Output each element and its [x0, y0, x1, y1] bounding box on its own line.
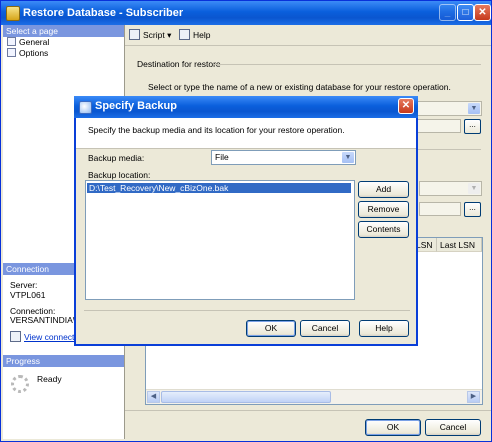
main-title-bar[interactable]: Restore Database - Subscriber _ □ ✕ [1, 1, 491, 25]
chevron-down-icon: ▾ [167, 30, 172, 40]
chevron-down-icon: ▼ [468, 103, 480, 114]
dialog-description: Specify the backup media and its locatio… [88, 125, 345, 135]
page-label: Options [19, 48, 49, 58]
dialog-cancel-button[interactable]: Cancel [300, 320, 350, 337]
view-connection-text: View connectio [24, 332, 82, 342]
page-item-general[interactable]: General [7, 37, 49, 48]
dialog-title: Specify Backup [95, 100, 177, 112]
main-ok-button[interactable]: OK [365, 419, 421, 436]
backup-location-label: Backup location: [88, 170, 151, 180]
from-database-combo[interactable]: ▼ [419, 181, 482, 196]
contents-button[interactable]: Contents [358, 221, 409, 238]
backup-media-select[interactable]: File ▼ [211, 150, 356, 165]
connection-value: VERSANTINDIA\sr [10, 315, 83, 325]
column-header-last-lsn[interactable]: Last LSN [437, 238, 482, 252]
device-browse-button[interactable]: ... [464, 202, 481, 217]
view-connection-link[interactable]: View connectio [10, 331, 81, 342]
scroll-right-icon[interactable]: ▶ [467, 391, 480, 403]
dialog-app-icon [79, 101, 92, 114]
dialog-header-area: Specify the backup media and its locatio… [76, 118, 416, 149]
connection-properties-icon [10, 331, 21, 342]
footer-divider [125, 410, 491, 411]
backup-location-list[interactable]: D:\Test_Recovery\New_cBizOne.bak [85, 180, 355, 300]
specify-backup-dialog: Specify Backup ✕ Specify the backup medi… [74, 96, 418, 346]
script-button[interactable]: Script ▾ [129, 29, 171, 41]
dialog-title-bar[interactable]: Specify Backup ✕ [74, 96, 418, 118]
script-icon [129, 29, 140, 40]
page-label: General [19, 37, 50, 47]
destination-header: Destination for restore [137, 59, 221, 69]
page-item-options[interactable]: Options [7, 48, 48, 59]
progress-spinner-icon [11, 375, 29, 393]
horizontal-scrollbar[interactable]: ◀ ▶ [146, 389, 482, 404]
from-device-field[interactable] [419, 202, 461, 216]
help-icon [179, 29, 190, 40]
backup-media-label: Backup media: [88, 153, 145, 163]
maximize-button[interactable]: □ [457, 4, 474, 21]
dialog-ok-button[interactable]: OK [246, 320, 296, 337]
scroll-thumb[interactable] [161, 391, 331, 403]
source-divider [416, 149, 481, 150]
dialog-close-button[interactable]: ✕ [398, 98, 414, 114]
select-page-header: Select a page [3, 25, 124, 37]
help-button[interactable]: Help [179, 29, 210, 41]
dialog-help-button[interactable]: Help [359, 320, 409, 337]
script-label: Script [143, 30, 165, 40]
scroll-left-icon[interactable]: ◀ [147, 391, 160, 403]
server-value: VTPL061 [10, 290, 46, 300]
database-icon [6, 6, 20, 21]
backup-media-value: File [215, 152, 229, 162]
add-button[interactable]: Add [358, 181, 409, 198]
remove-button[interactable]: Remove [358, 201, 409, 218]
dialog-footer-divider [84, 310, 410, 311]
toolbar: Script ▾ Help [125, 25, 491, 46]
list-item[interactable]: D:\Test_Recovery\New_cBizOne.bak [87, 183, 351, 193]
help-label: Help [193, 30, 211, 40]
server-label: Server: [10, 280, 38, 290]
page-icon [7, 48, 16, 57]
progress-header: Progress [3, 355, 124, 367]
chevron-down-icon: ▼ [342, 152, 354, 163]
window-title: Restore Database - Subscriber [23, 7, 184, 19]
minimize-button[interactable]: _ [439, 4, 456, 21]
progress-status: Ready [37, 374, 62, 384]
chevron-down-icon: ▼ [468, 183, 480, 194]
page-icon [7, 37, 16, 46]
browse-button[interactable]: ... [464, 119, 481, 134]
destination-description: Select or type the name of a new or exis… [148, 82, 451, 92]
main-cancel-button[interactable]: Cancel [425, 419, 481, 436]
close-button[interactable]: ✕ [474, 4, 491, 21]
destination-divider [213, 64, 481, 65]
